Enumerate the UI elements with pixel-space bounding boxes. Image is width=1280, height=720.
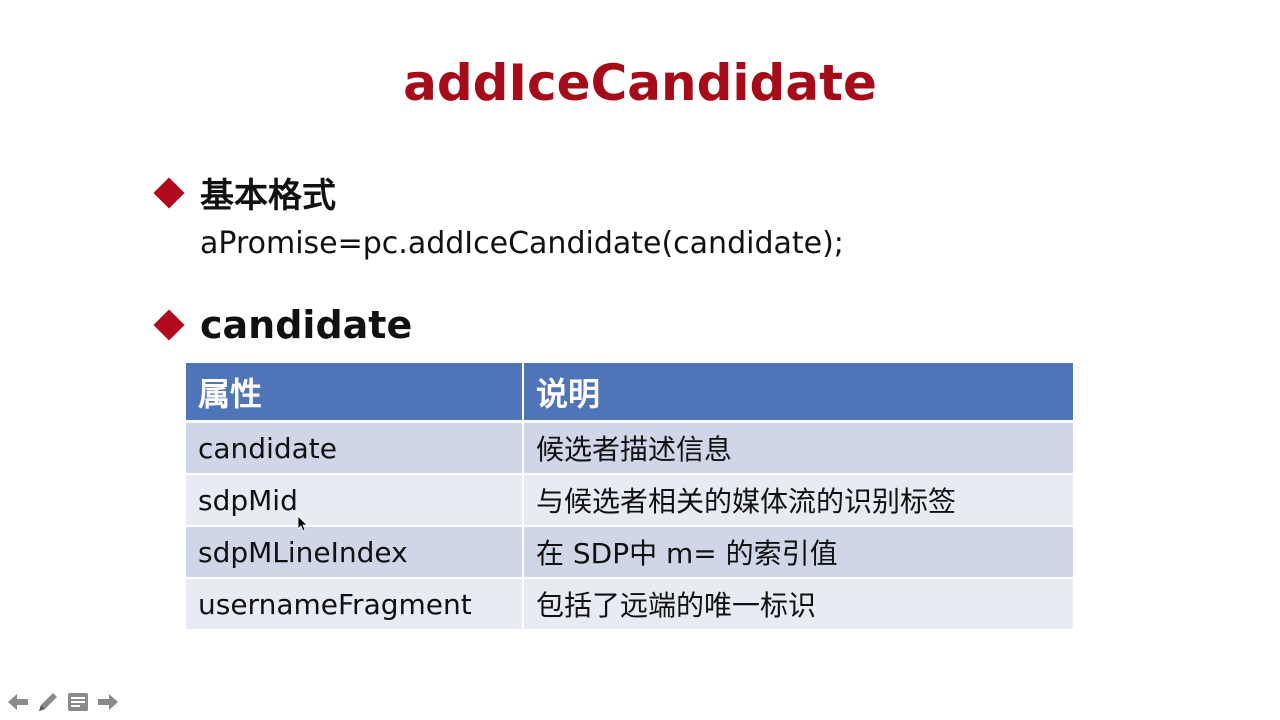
code-example: aPromise=pc.addIceCandidate(candidate); — [200, 226, 844, 261]
table-cell-description: 候选者描述信息 — [524, 423, 1073, 475]
diamond-bullet-icon — [153, 309, 185, 341]
table-cell-description: 与候选者相关的媒体流的识别标签 — [524, 475, 1073, 527]
table-header-property: 属性 — [186, 363, 524, 423]
diamond-bullet-icon — [153, 176, 185, 209]
table-cell-description: 包括了远端的唯一标识 — [524, 579, 1073, 631]
table-row: sdpMLineIndex 在 SDP中 m= 的索引值 — [186, 527, 1073, 579]
table-cell-property: candidate — [186, 423, 524, 475]
table-cell-description: 在 SDP中 m= 的索引值 — [524, 527, 1073, 579]
table-cell-property: sdpMid — [186, 475, 524, 527]
mouse-cursor-icon — [298, 516, 308, 532]
pen-tool-button[interactable] — [36, 690, 60, 714]
slide: addIceCandidate 基本格式 aPromise=pc.addIceC… — [0, 0, 1280, 720]
table-header-description: 说明 — [524, 363, 1073, 423]
properties-table: 属性 说明 candidate 候选者描述信息 sdpMid 与候选者相关的媒体… — [186, 363, 1073, 631]
table-cell-property: usernameFragment — [186, 579, 524, 631]
table-header-row: 属性 说明 — [186, 363, 1073, 423]
arrow-left-icon — [8, 694, 28, 710]
table-cell-property: sdpMLineIndex — [186, 527, 524, 579]
next-slide-button[interactable] — [96, 690, 120, 714]
section-heading-candidate: candidate — [200, 303, 413, 347]
bullet-candidate: candidate — [152, 303, 412, 347]
table-row: sdpMid 与候选者相关的媒体流的识别标签 — [186, 475, 1073, 527]
presentation-toolbar — [6, 690, 120, 714]
table-row: candidate 候选者描述信息 — [186, 423, 1073, 475]
slide-title: addIceCandidate — [403, 54, 877, 112]
menu-icon — [68, 693, 88, 711]
previous-slide-button[interactable] — [6, 690, 30, 714]
bullet-basic-format: 基本格式 — [152, 168, 336, 217]
table-row: usernameFragment 包括了远端的唯一标识 — [186, 579, 1073, 631]
arrow-right-icon — [98, 694, 118, 710]
section-heading-basic-format: 基本格式 — [200, 176, 336, 216]
pen-icon — [39, 693, 57, 711]
slide-menu-button[interactable] — [66, 690, 90, 714]
